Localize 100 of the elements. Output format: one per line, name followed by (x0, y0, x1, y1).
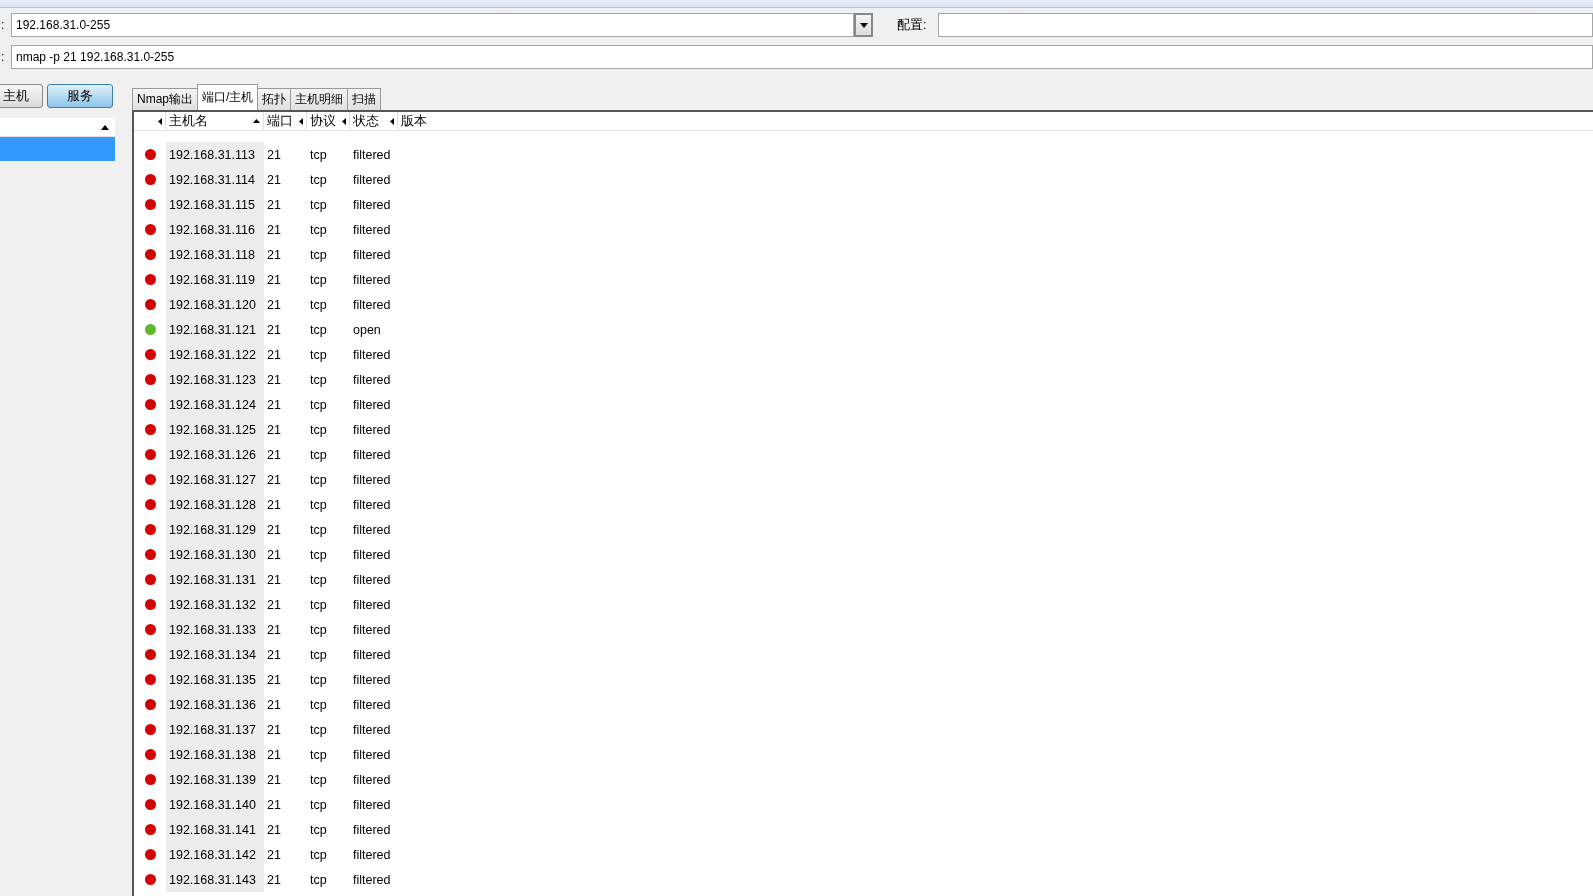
table-cell: tcp (310, 672, 327, 687)
table-cell: 21 (267, 197, 281, 212)
table-cell: filtered (353, 572, 391, 587)
table-cell: 21 (267, 247, 281, 262)
table-cell: tcp (310, 772, 327, 787)
table-cell: 192.168.31.130 (166, 542, 264, 567)
table-cell: filtered (353, 172, 391, 187)
table-cell: 192.168.31.143 (166, 867, 264, 892)
profile-label: 配置: (897, 16, 927, 34)
table-cell: 192.168.31.127 (166, 467, 264, 492)
view-toggle-button[interactable]: 主机 (0, 84, 43, 108)
dropdown-button[interactable] (854, 13, 873, 37)
table-cell: 192.168.31.138 (166, 742, 264, 767)
view-toggle-button[interactable]: 服务 (47, 84, 113, 108)
table-cell: tcp (310, 347, 327, 362)
table-cell: 192.168.31.121 (166, 317, 264, 342)
table-cell: tcp (310, 822, 327, 837)
table-cell: filtered (353, 622, 391, 637)
table-cell: 21 (267, 872, 281, 887)
table-cell: 192.168.31.114 (166, 167, 264, 192)
table-cell: 21 (267, 222, 281, 237)
table-cell: filtered (353, 422, 391, 437)
table-cell: filtered (353, 822, 391, 837)
table-cell: 21 (267, 397, 281, 412)
table-cell: 21 (267, 772, 281, 787)
table-cell: open (353, 322, 381, 337)
list-header[interactable] (0, 118, 115, 137)
table-cell: 192.168.31.128 (166, 492, 264, 517)
tab[interactable]: 端口/主机 (197, 84, 259, 110)
table-cell: 21 (267, 497, 281, 512)
table-cell: tcp (310, 572, 327, 587)
table-cell: filtered (353, 372, 391, 387)
sort-up-icon (101, 124, 109, 130)
table-cell: tcp (310, 747, 327, 762)
table-cell: tcp (310, 522, 327, 537)
table-cell: 21 (267, 672, 281, 687)
profile-field[interactable] (938, 13, 1593, 37)
table-cell: filtered (353, 472, 391, 487)
table-cell: tcp (310, 622, 327, 637)
table-cell: filtered (353, 847, 391, 862)
table-cell: filtered (353, 597, 391, 612)
collapse-arrow-icon (390, 117, 394, 125)
table-cell: tcp (310, 322, 327, 337)
table-cell: 21 (267, 147, 281, 162)
table-cell: 192.168.31.135 (166, 667, 264, 692)
table-cell: tcp (310, 797, 327, 812)
table-cell: filtered (353, 647, 391, 662)
table-cell: 192.168.31.122 (166, 342, 264, 367)
tab[interactable]: Nmap输出 (132, 88, 198, 110)
sort-up-icon (253, 119, 260, 123)
target-field[interactable]: 192.168.31.0-255 (11, 13, 854, 37)
collapse-arrow-icon (342, 117, 346, 125)
table-cell: 21 (267, 722, 281, 737)
table-cell: tcp (310, 872, 327, 887)
table-cell: filtered (353, 497, 391, 512)
table-cell: 192.168.31.118 (166, 242, 264, 267)
table-cell: filtered (353, 672, 391, 687)
table-cell: tcp (310, 847, 327, 862)
table-cell: tcp (310, 547, 327, 562)
table-cell: 21 (267, 272, 281, 287)
table-cell: 192.168.31.125 (166, 417, 264, 442)
column-header[interactable]: 端口 (267, 112, 293, 130)
table-cell: 21 (267, 422, 281, 437)
table-cell: filtered (353, 722, 391, 737)
table-cell: filtered (353, 247, 391, 262)
collapse-arrow-icon (158, 117, 162, 125)
table-cell: tcp (310, 372, 327, 387)
table-cell: 21 (267, 597, 281, 612)
target-label: : (0, 18, 6, 32)
table-cell: filtered (353, 147, 391, 162)
table-cell: tcp (310, 472, 327, 487)
tab[interactable]: 主机明细 (290, 88, 349, 110)
table-cell: tcp (310, 197, 327, 212)
table-cell: filtered (353, 547, 391, 562)
table-cell: tcp (310, 697, 327, 712)
table-cell: tcp (310, 397, 327, 412)
tab[interactable]: 拓扑 (257, 88, 292, 110)
tab[interactable]: 扫描 (347, 88, 382, 110)
table-cell: 21 (267, 822, 281, 837)
column-header[interactable]: 状态 (353, 112, 379, 130)
table-cell: 192.168.31.137 (166, 717, 264, 742)
table-cell: 192.168.31.113 (166, 142, 264, 167)
command-field[interactable]: nmap -p 21 192.168.31.0-255 (11, 45, 1593, 69)
column-header[interactable]: 协议 (310, 112, 336, 130)
table-cell: filtered (353, 697, 391, 712)
table-cell: 21 (267, 697, 281, 712)
table-cell: filtered (353, 347, 391, 362)
table-cell: filtered (353, 747, 391, 762)
table-cell: 21 (267, 447, 281, 462)
caret-icon (859, 22, 868, 28)
table-cell: tcp (310, 422, 327, 437)
table-cell: 192.168.31.133 (166, 617, 264, 642)
table-cell: tcp (310, 172, 327, 187)
column-header[interactable]: 主机名 (169, 112, 208, 130)
table-cell: filtered (353, 872, 391, 887)
table-cell: 21 (267, 572, 281, 587)
table-cell: filtered (353, 397, 391, 412)
table-cell: 21 (267, 622, 281, 637)
table-cell: 21 (267, 522, 281, 537)
column-header[interactable]: 版本 (401, 112, 427, 130)
